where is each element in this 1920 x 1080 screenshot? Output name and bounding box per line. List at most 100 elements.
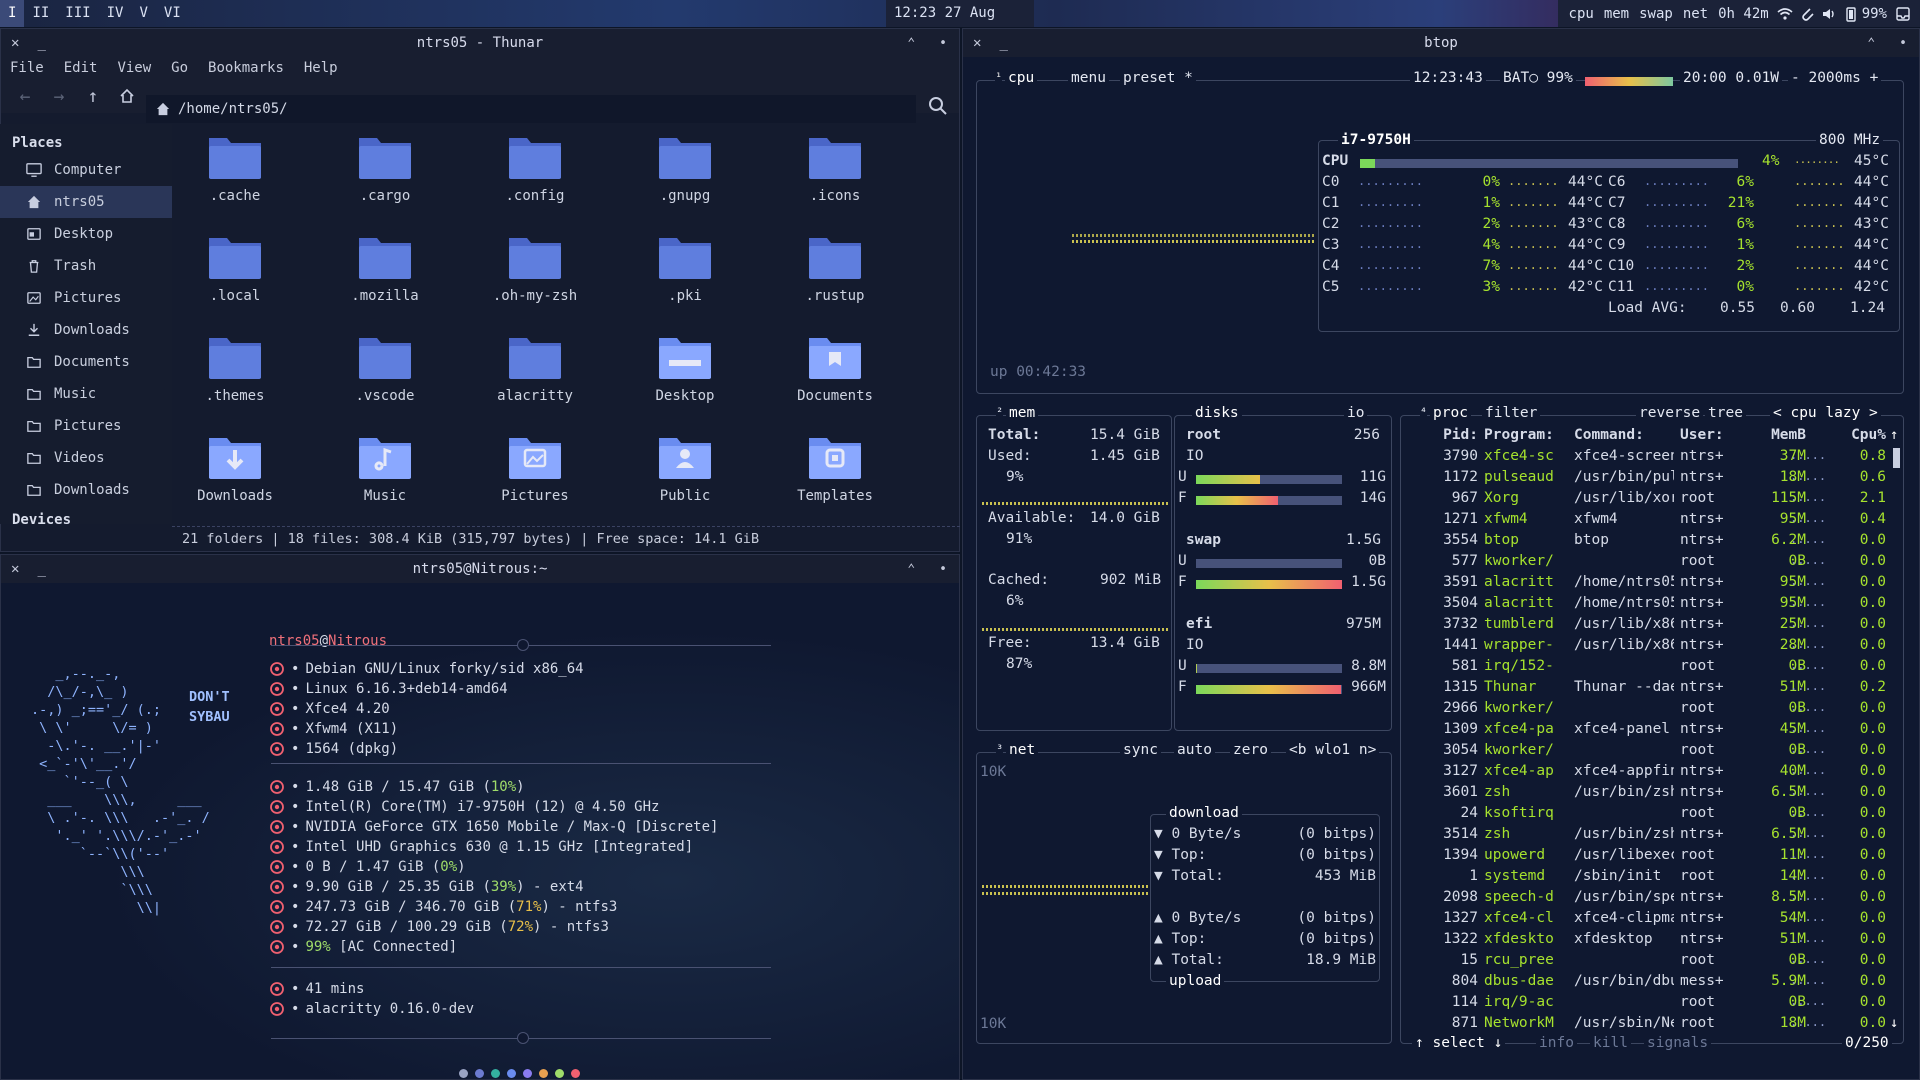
proc-cell-program[interactable]: NetworkM [1484,1015,1570,1031]
proc-info-button[interactable]: info [1536,1035,1577,1051]
clipboard-icon[interactable] [1799,6,1815,22]
menu-item-file[interactable]: File [10,60,44,76]
workspace-button[interactable]: IV [99,0,132,27]
menu-item-help[interactable]: Help [304,60,338,76]
menu-item-bookmarks[interactable]: Bookmarks [208,60,284,76]
proc-cell-program[interactable]: xfdeskto [1484,931,1570,947]
file-item[interactable]: .oh-my-zsh [480,224,590,304]
close-icon[interactable]: ✕ [973,35,981,51]
search-icon[interactable] [928,96,952,120]
file-item[interactable]: .icons [780,124,890,204]
sidebar-item-computer[interactable]: Computer [0,154,172,186]
file-item[interactable]: Downloads [180,424,290,504]
proc-filter-button[interactable]: filter [1482,405,1541,421]
proc-cell-program[interactable]: btop [1484,532,1570,548]
proc-cell-program[interactable]: xfwm4 [1484,511,1570,527]
proc-cell-program[interactable]: ksoftirq [1484,805,1570,821]
proc-cell-program[interactable]: xfce4-pa [1484,721,1570,737]
sidebar-item-pictures[interactable]: Pictures [0,410,172,442]
net-sync-button[interactable]: sync [1120,742,1161,758]
workspace-button[interactable]: II [24,0,57,27]
proc-signals-button[interactable]: signals [1644,1035,1712,1051]
workspace-button[interactable]: I [0,0,25,27]
thunar-titlebar[interactable]: ✕ _ ntrs05 - Thunar ⌃ • [1,29,959,57]
net-panel-label[interactable]: net [1006,742,1039,758]
close-icon[interactable]: ✕ [11,35,19,51]
file-item[interactable]: Desktop [630,324,740,404]
proc-cell-program[interactable]: pulseaud [1484,469,1570,485]
sidebar-item-music[interactable]: Music [0,378,172,410]
up-arrow-icon[interactable]: ↑ [81,84,105,108]
file-item[interactable]: .themes [180,324,290,404]
file-item[interactable]: Pictures [480,424,590,504]
proc-cell-program[interactable]: xfce4-sc [1484,448,1570,464]
file-item[interactable]: Public [630,424,740,504]
proc-cell-program[interactable]: wrapper- [1484,637,1570,653]
proc-cell-program[interactable]: xfce4-cl [1484,910,1570,926]
workspace-button[interactable]: VI [156,0,189,27]
notification-icon[interactable] [1895,6,1911,22]
home-icon[interactable] [115,84,139,108]
proc-cell-program[interactable]: systemd [1484,868,1570,884]
sidebar-item-desktop[interactable]: Desktop [0,218,172,250]
net-interface-selector[interactable]: <b wlo1 n> [1286,742,1380,758]
location-bar[interactable]: /home/ntrs05/ [146,95,916,123]
proc-kill-button[interactable]: kill [1590,1035,1631,1051]
proc-cell-program[interactable]: alacritt [1484,595,1570,611]
menu-item-view[interactable]: View [117,60,151,76]
proc-cell-program[interactable]: kworker/ [1484,700,1570,716]
file-item[interactable]: Templates [780,424,890,504]
menu-dot-icon[interactable]: • [1899,36,1907,51]
proc-cell-program[interactable]: xfce4-ap [1484,763,1570,779]
interval-control[interactable]: - 2000ms + [1788,70,1882,86]
close-icon[interactable]: ✕ [11,561,19,577]
btop-titlebar[interactable]: ✕ _ btop ⌃ • [963,29,1919,57]
sidebar-item-trash[interactable]: Trash [0,250,172,282]
proc-panel-label[interactable]: proc [1430,405,1471,421]
cpu-panel-label[interactable]: cpu [1005,70,1038,86]
battery-icon[interactable] [1843,6,1859,22]
sidebar-item-documents[interactable]: Documents [0,346,172,378]
wifi-icon[interactable] [1777,6,1793,22]
proc-cell-program[interactable]: kworker/ [1484,742,1570,758]
sidebar-item-ntrs05[interactable]: ntrs05 [0,186,172,218]
proc-cell-program[interactable]: kworker/ [1484,553,1570,569]
proc-reverse-button[interactable]: reverse [1636,405,1704,421]
net-monitor[interactable]: net [1678,6,1713,22]
proc-cell-program[interactable]: irq/9-ac [1484,994,1570,1010]
proc-cell-program[interactable]: upowerd [1484,847,1570,863]
menu-dot-icon[interactable]: • [939,36,947,51]
workspace-button[interactable]: V [131,0,155,27]
proc-sort-selector[interactable]: < cpu lazy > [1770,405,1881,421]
menu-dot-icon[interactable]: • [939,562,947,577]
file-item[interactable]: .cargo [330,124,440,204]
mem-monitor[interactable]: mem [1599,6,1634,22]
sidebar-item-downloads[interactable]: Downloads [0,474,172,506]
file-item[interactable]: Documents [780,324,890,404]
proc-cell-program[interactable]: alacritt [1484,574,1570,590]
menu-item-go[interactable]: Go [171,60,188,76]
proc-cell-program[interactable]: zsh [1484,784,1570,800]
proc-cell-program[interactable]: Xorg [1484,490,1570,506]
proc-cell-program[interactable]: rcu_pree [1484,952,1570,968]
file-item[interactable]: .local [180,224,290,304]
file-item[interactable]: .config [480,124,590,204]
preset-button[interactable]: preset * [1120,70,1196,86]
proc-cell-program[interactable]: zsh [1484,826,1570,842]
proc-scrollbar[interactable] [1893,448,1900,468]
sidebar-item-pictures[interactable]: Pictures [0,282,172,314]
maximize-icon[interactable]: ⌃ [1867,36,1875,51]
proc-cell-program[interactable]: speech-d [1484,889,1570,905]
minimize-icon[interactable]: _ [37,35,45,51]
volume-icon[interactable] [1821,6,1837,22]
file-item[interactable]: .gnupg [630,124,740,204]
mem-panel-label[interactable]: mem [1006,405,1039,421]
net-auto-button[interactable]: auto [1174,742,1215,758]
proc-cell-program[interactable]: dbus-dae [1484,973,1570,989]
proc-cell-program[interactable]: irq/152- [1484,658,1570,674]
proc-cell-program[interactable]: tumblerd [1484,616,1570,632]
maximize-icon[interactable]: ⌃ [907,562,915,577]
file-item[interactable]: .rustup [780,224,890,304]
terminal-body[interactable]: ntrs05@Nitrous _,--._-, /\_/-,\_ ) .-,) … [1,583,959,1079]
menu-item-edit[interactable]: Edit [64,60,98,76]
